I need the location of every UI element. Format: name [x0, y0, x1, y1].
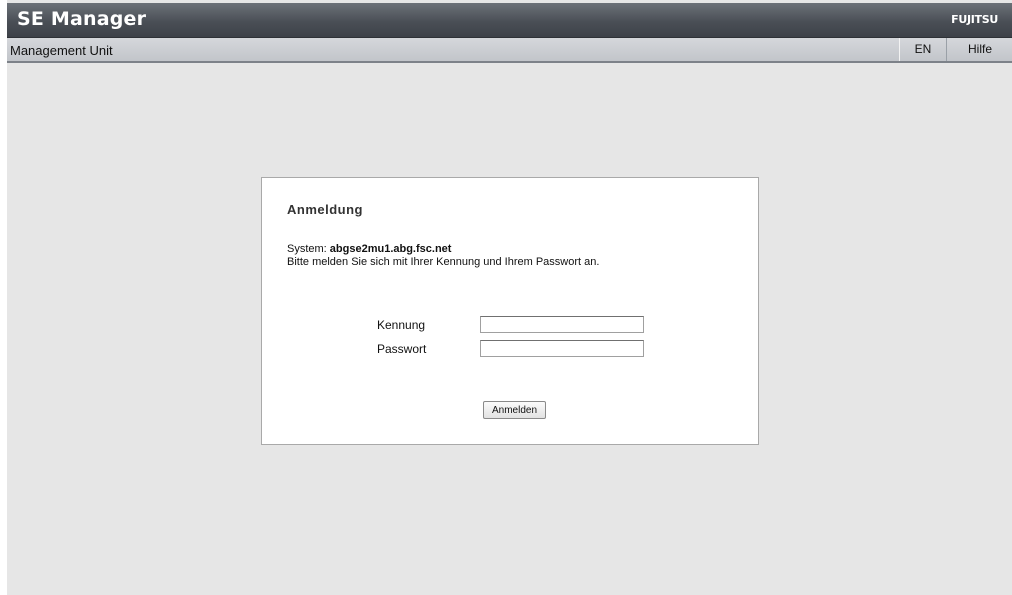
help-link[interactable]: Hilfe	[946, 38, 1012, 61]
app-title: SE Manager	[17, 8, 147, 30]
title-bar: SE Manager FUJITSU	[7, 3, 1012, 38]
fujitsu-logo: FUJITSU	[951, 13, 998, 26]
login-button[interactable]: Anmelden	[483, 401, 546, 419]
password-label: Passwort	[377, 342, 427, 356]
system-info: System: abgse2mu1.abg.fsc.net	[287, 243, 451, 255]
username-input[interactable]	[480, 316, 644, 333]
login-panel: Anmeldung System: abgse2mu1.abg.fsc.net …	[261, 177, 759, 445]
login-instruction: Bitte melden Sie sich mit Ihrer Kennung …	[287, 256, 600, 268]
login-heading: Anmeldung	[287, 202, 363, 217]
sub-header-bar: Management Unit EN Hilfe	[7, 38, 1012, 63]
password-input[interactable]	[480, 340, 644, 357]
system-prefix: System:	[287, 243, 327, 255]
system-name: abgse2mu1.abg.fsc.net	[329, 243, 452, 255]
language-switch-link[interactable]: EN	[899, 38, 946, 61]
page-subtitle: Management Unit	[10, 43, 113, 58]
app-frame: SE Manager FUJITSU Management Unit EN Hi…	[7, 0, 1012, 595]
username-label: Kennung	[377, 318, 426, 332]
